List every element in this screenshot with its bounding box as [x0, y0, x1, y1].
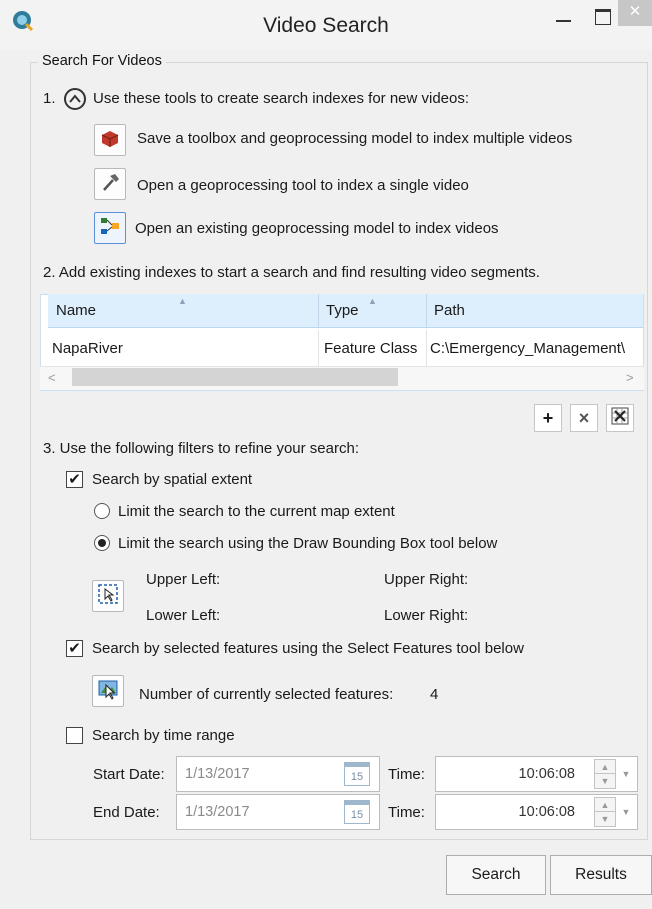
lower-left-label: Lower Left:: [146, 607, 221, 624]
upper-left-label: Upper Left:: [146, 571, 221, 588]
current-extent-radio[interactable]: [94, 503, 110, 519]
chevron-down-icon[interactable]: ▼: [618, 759, 634, 789]
collapse-up-icon[interactable]: [64, 88, 86, 110]
start-time-spinner[interactable]: ▲ ▼: [594, 759, 616, 789]
calendar-icon[interactable]: 15: [344, 762, 370, 786]
cell-type: Feature Class: [324, 340, 418, 357]
column-header-type[interactable]: Type: [326, 302, 359, 319]
column-header-name[interactable]: Name: [56, 302, 96, 319]
step1-instructions: Use these tools to create search indexes…: [93, 90, 470, 107]
cell-name: NapaRiver: [52, 340, 123, 357]
select-features-icon: [97, 678, 119, 704]
save-toolbox-label[interactable]: Save a toolbox and geoprocessing model t…: [137, 130, 572, 147]
lower-right-label: Lower Right:: [384, 607, 469, 624]
end-time-label: Time:: [388, 804, 425, 821]
model-icon: [99, 215, 121, 241]
results-button[interactable]: Results: [550, 855, 652, 895]
select-features-button[interactable]: [92, 675, 124, 707]
clear-grid-icon: [611, 407, 629, 430]
toolbox-icon: [99, 127, 121, 153]
remove-index-button[interactable]: ×: [570, 404, 598, 432]
selected-count-value: 4: [430, 686, 439, 703]
minimize-button[interactable]: [546, 4, 582, 34]
start-date-value: 1/13/2017: [185, 766, 250, 782]
calendar-icon[interactable]: 15: [344, 800, 370, 824]
scrollbar-thumb[interactable]: [72, 368, 398, 386]
selected-count-label: Number of currently selected features:: [139, 686, 394, 703]
cell-path: C:\Emergency_Management\: [430, 340, 626, 357]
start-time-value: 10:06:08: [518, 766, 575, 782]
search-button[interactable]: Search: [446, 855, 546, 895]
draw-bounding-box-button[interactable]: [92, 580, 124, 612]
draw-box-radio[interactable]: [94, 535, 110, 551]
spin-down-icon[interactable]: ▼: [595, 774, 615, 788]
upper-right-label: Upper Right:: [384, 571, 469, 588]
spatial-extent-label[interactable]: Search by spatial extent: [92, 471, 252, 488]
selected-features-label[interactable]: Search by selected features using the Se…: [92, 640, 524, 657]
column-header-path[interactable]: Path: [434, 302, 465, 319]
spatial-extent-checkbox[interactable]: ✔: [66, 471, 83, 488]
maximize-button[interactable]: [584, 4, 620, 34]
table-header: Name ▲ Type ▲ Path: [48, 294, 643, 328]
time-range-label[interactable]: Search by time range: [92, 727, 235, 744]
group-legend: Search For Videos: [38, 53, 166, 69]
spin-up-icon[interactable]: ▲: [595, 798, 615, 812]
start-time-label: Time:: [388, 766, 425, 783]
spin-down-icon[interactable]: ▼: [595, 812, 615, 826]
bounding-box-icon: [97, 583, 119, 609]
spin-up-icon[interactable]: ▲: [595, 760, 615, 774]
save-toolbox-button[interactable]: [94, 124, 126, 156]
hammer-icon: [99, 171, 121, 197]
clear-all-button[interactable]: [606, 404, 634, 432]
selected-features-checkbox[interactable]: ✔: [66, 640, 83, 657]
current-extent-label[interactable]: Limit the search to the current map exte…: [118, 503, 395, 520]
open-model-label[interactable]: Open an existing geoprocessing model to …: [135, 220, 499, 237]
chevron-down-icon[interactable]: ▼: [618, 797, 634, 827]
open-tool-label[interactable]: Open a geoprocessing tool to index a sin…: [137, 177, 469, 194]
table-row[interactable]: NapaRiver Feature Class C:\Emergency_Man…: [48, 330, 643, 366]
start-date-label: Start Date:: [93, 766, 165, 783]
step2-instructions: 2. Add existing indexes to start a searc…: [43, 264, 540, 281]
add-index-button[interactable]: +: [534, 404, 562, 432]
open-tool-button[interactable]: [94, 168, 126, 200]
time-range-checkbox[interactable]: [66, 727, 83, 744]
sort-arrow-icon: ▲: [178, 296, 187, 306]
step1-number: 1.: [43, 90, 56, 107]
sort-arrow-icon: ▲: [368, 296, 377, 306]
draw-box-label[interactable]: Limit the search using the Draw Bounding…: [118, 535, 497, 552]
open-model-button[interactable]: [94, 212, 126, 244]
step3-instructions: 3. Use the following filters to refine y…: [43, 440, 359, 457]
end-date-label: End Date:: [93, 804, 160, 821]
end-time-value: 10:06:08: [518, 804, 575, 820]
close-button[interactable]: ✕: [618, 0, 652, 26]
end-time-spinner[interactable]: ▲ ▼: [594, 797, 616, 827]
scroll-right-icon[interactable]: >: [626, 370, 634, 385]
end-date-value: 1/13/2017: [185, 804, 250, 820]
scroll-left-icon[interactable]: <: [48, 370, 56, 385]
